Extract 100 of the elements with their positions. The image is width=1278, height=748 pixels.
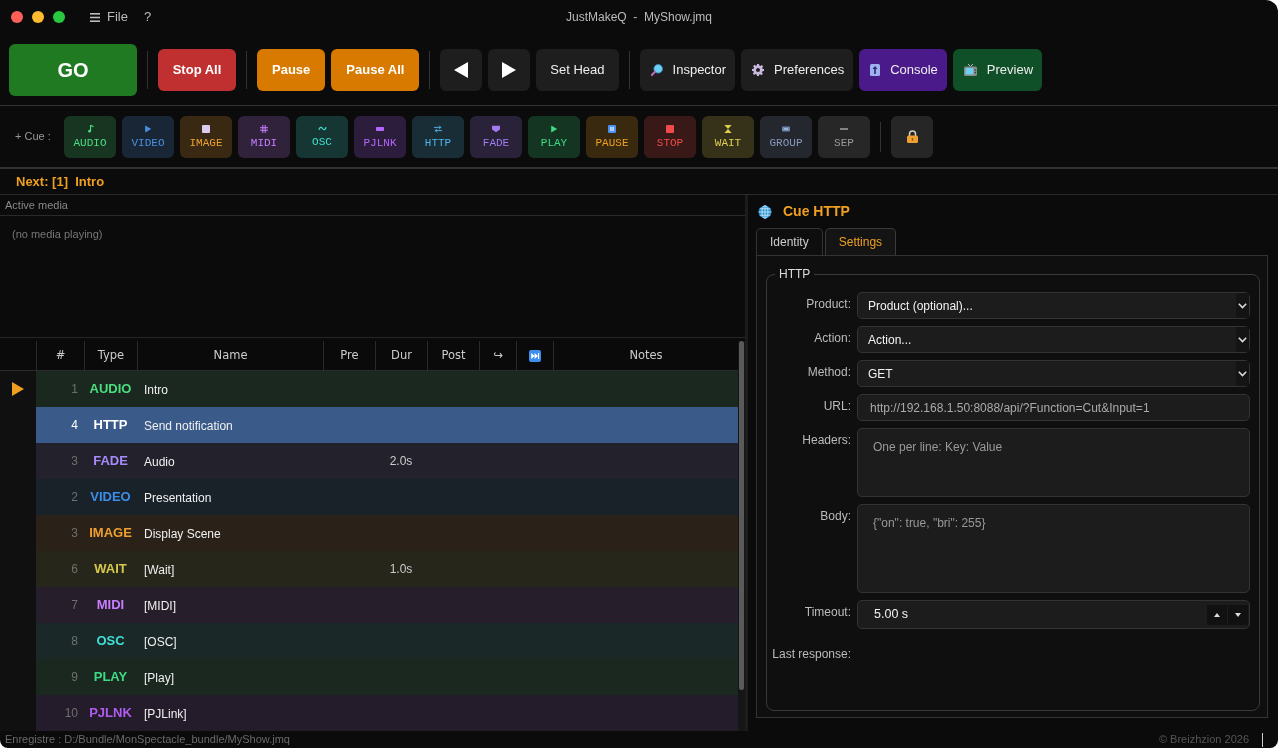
row-number: 2 [71,489,78,506]
lock-icon [906,130,918,143]
stop-all-button[interactable]: Stop All [158,48,236,91]
dropdown[interactable]: Action... [857,326,1250,353]
decrement-button[interactable] [1228,604,1248,625]
row-number: 7 [71,597,78,614]
play-icon [550,124,558,133]
set-head-button[interactable]: Set Head [536,48,619,91]
column-header[interactable]: # [55,346,66,365]
cue-row[interactable]: 7 MIDI [MIDI] [36,587,738,623]
column-header[interactable]: Type [97,346,125,365]
sharp-icon [260,124,268,133]
cue-row[interactable]: 10 PJLNK [PJLink] [36,695,738,731]
add-cue-button[interactable]: WAIT [702,115,754,158]
cue-type: HTTP [93,416,128,435]
tab[interactable]: Settings [824,228,897,255]
minimize-button[interactable] [32,11,44,23]
hourglass-icon [724,124,732,133]
tilde-icon [317,126,327,131]
go-button[interactable]: GO [9,43,137,96]
row-number: 9 [71,669,78,686]
add-cue-button[interactable]: PJLNK [354,115,406,158]
cue-row[interactable]: 8 OSC [OSC] [36,623,738,659]
field-label: Last response: [772,646,851,663]
column-header[interactable]: Dur [391,346,412,365]
spin-box[interactable]: 5.00 s [857,600,1250,629]
cue-row[interactable]: 3 FADE Audio 2.0s [36,443,738,479]
arrow-up-box-icon [870,63,881,76]
increment-button[interactable] [1207,604,1227,625]
cue-name: [PJLink] [144,707,187,721]
add-cue-button[interactable]: PLAY [528,115,580,158]
caret-up-icon [1214,612,1220,617]
scrollbar-thumb[interactable] [739,341,744,690]
triangle-left-icon [454,61,469,78]
column-header[interactable]: Notes [629,346,663,365]
triangle-right-icon [502,61,517,78]
row-number: 6 [71,561,78,578]
cue-time: 1.0s [389,561,413,578]
inspector-button[interactable]: Inspector [639,48,736,91]
next-button[interactable] [488,48,531,91]
close-button[interactable] [11,11,23,23]
cue-type: PLAY [93,668,128,687]
maximize-button[interactable] [53,11,65,23]
cue-name: [MIDI] [144,599,176,613]
group-title: HTTP [778,266,812,283]
caret-down-icon [1235,612,1241,617]
preferences-button[interactable]: Preferences [741,48,854,91]
row-number: 8 [71,633,78,650]
preview-button[interactable]: Preview [952,48,1043,91]
add-cue-button[interactable]: STOP [644,115,696,158]
menu-item[interactable]: ? [140,7,155,27]
cue-row[interactable]: 6 WAIT [Wait] 1.0s [36,551,738,587]
cue-type: VIDEO [90,488,131,507]
add-cue-button[interactable]: VIDEO [122,115,174,158]
cue-row[interactable]: 1 AUDIO Intro [36,371,738,407]
text-area[interactable]: {"on": true, "bri": 255} [857,504,1250,593]
skip-forward-icon[interactable] [529,349,541,362]
cue-type: WAIT [94,560,127,579]
add-cue-button[interactable]: PAUSE [586,115,638,158]
field-label: Action: [814,330,851,347]
pause-icon [608,124,616,133]
cue-name: Send notification [144,419,233,433]
field-label: Product: [806,296,851,313]
console-button[interactable]: Console [859,48,947,91]
chevron-down-icon [1238,370,1247,377]
copyright-text: © Breizhzion 2026 [1158,732,1249,748]
add-cue-button[interactable]: GROUP [760,115,812,158]
cue-type: MIDI [96,596,125,615]
text-area[interactable]: One per line: Key: Value [857,428,1250,497]
cue-row[interactable]: 3 IMAGE Display Scene [36,515,738,551]
cue-row[interactable]: 2 VIDEO Presentation [36,479,738,515]
add-cue-button[interactable]: MIDI [238,115,290,158]
text-field[interactable]: http://192.168.1.50:8088/api/?Function=Cut&Input=1 [857,394,1250,421]
cue-row[interactable]: 9 PLAY [Play] [36,659,738,695]
row-number: 3 [71,525,78,542]
add-cue-button[interactable]: HTTP [412,115,464,158]
square-icon [202,124,210,133]
cue-row[interactable]: 4 HTTP Send notification [36,407,738,443]
chevron-down-icon [1238,336,1247,343]
menu-item[interactable]: File [87,7,131,27]
row-number: 3 [71,453,78,470]
column-header[interactable]: ↪ [493,346,503,365]
add-cue-button[interactable]: OSC [296,115,348,158]
column-header[interactable]: Name [213,346,248,365]
dropdown[interactable]: GET [857,360,1250,387]
lock-button[interactable] [891,115,933,158]
add-cue-button[interactable]: FADE [470,115,522,158]
inspector-title: Cue HTTP [783,202,850,221]
stop-icon [666,124,674,133]
cue-type: FADE [93,452,128,471]
tv-icon [963,63,977,76]
cue-name: Display Scene [144,527,221,541]
tab[interactable]: Identity [756,228,823,255]
add-cue-button[interactable]: AUDIO [64,115,116,158]
add-cue-button[interactable]: SEP [818,115,870,158]
previous-button[interactable] [440,48,483,91]
add-cue-button[interactable]: IMAGE [180,115,232,158]
column-header[interactable]: Pre [340,346,359,365]
dropdown[interactable]: Product (optional)... [857,292,1250,319]
column-header[interactable]: Post [441,346,466,365]
